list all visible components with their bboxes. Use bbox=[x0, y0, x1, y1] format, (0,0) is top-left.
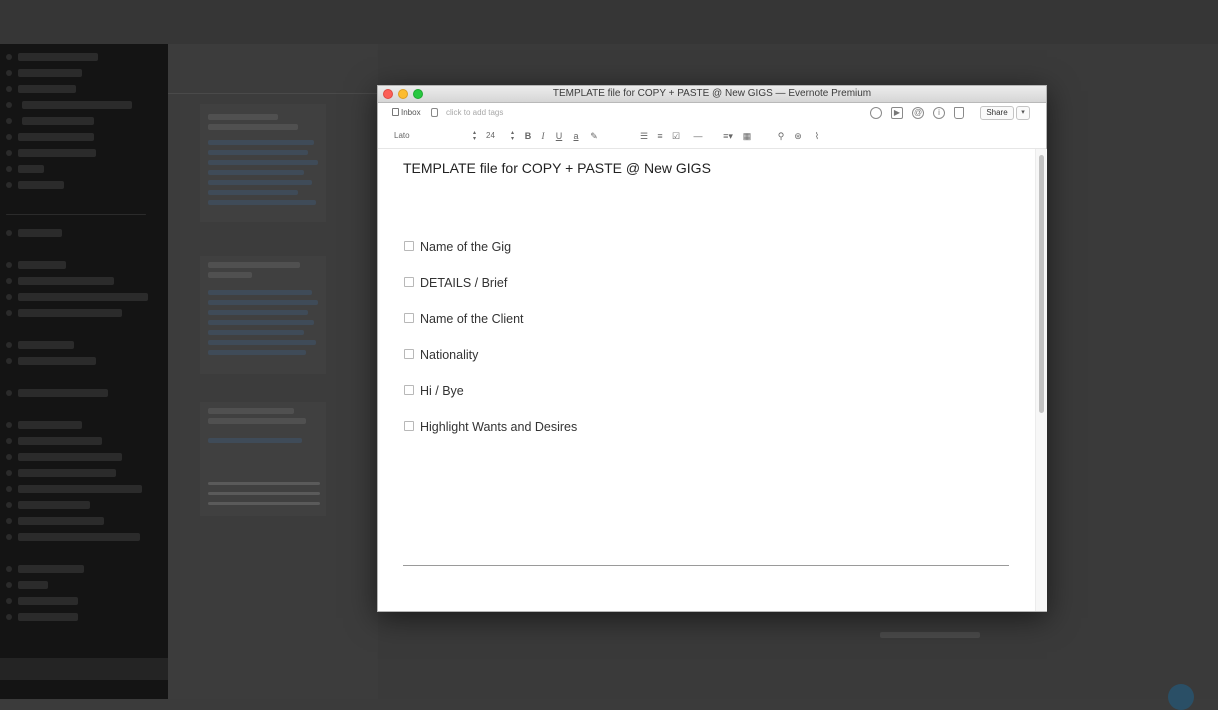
attachment-icon[interactable]: ⌇ bbox=[811, 130, 823, 142]
highlight-icon[interactable]: ✎ bbox=[588, 130, 600, 142]
checklist-label[interactable]: Nationality bbox=[420, 347, 478, 363]
table-icon[interactable]: ▦ bbox=[741, 130, 753, 142]
trash-icon[interactable] bbox=[954, 107, 964, 119]
camera-icon[interactable]: ⊛ bbox=[792, 130, 804, 142]
checklist-label[interactable]: Name of the Gig bbox=[420, 239, 511, 255]
share-options-caret[interactable]: ▾ bbox=[1016, 106, 1030, 120]
microphone-icon[interactable]: ⚲ bbox=[775, 130, 787, 142]
font-size-value: 24 bbox=[486, 131, 495, 140]
text-color-icon[interactable]: a bbox=[570, 130, 582, 142]
window-title: TEMPLATE file for COPY + PASTE @ New GIG… bbox=[552, 88, 872, 99]
background-note-card bbox=[200, 256, 326, 374]
alignment-icon[interactable]: ≡▾ bbox=[719, 130, 737, 142]
checklist-checkbox[interactable] bbox=[404, 277, 414, 287]
checklist-checkbox[interactable] bbox=[404, 349, 414, 359]
notebook-icon bbox=[392, 108, 399, 116]
checklist-checkbox[interactable] bbox=[404, 241, 414, 251]
notebook-selector[interactable]: Inbox bbox=[392, 108, 421, 117]
checkbox-icon[interactable]: ☑ bbox=[670, 130, 682, 142]
note-title[interactable]: TEMPLATE file for COPY + PASTE @ New GIG… bbox=[403, 160, 711, 176]
scrollbar-thumb[interactable] bbox=[1039, 155, 1044, 413]
checklist-checkbox[interactable] bbox=[404, 385, 414, 395]
font-family-value: Lato bbox=[394, 131, 410, 140]
font-size-select[interactable]: 24 ▴ ▾ bbox=[486, 130, 514, 142]
underline-icon[interactable]: U bbox=[553, 130, 565, 142]
horizontal-rule-icon[interactable]: — bbox=[692, 130, 704, 142]
background-avatar bbox=[1168, 684, 1194, 710]
background-toolbar bbox=[0, 0, 1218, 44]
select-updown-icon: ▴ ▾ bbox=[472, 130, 476, 142]
note-editor[interactable]: TEMPLATE file for COPY + PASTE @ New GIG… bbox=[378, 149, 1034, 611]
info-icon[interactable]: i bbox=[933, 107, 945, 119]
share-button[interactable]: Share bbox=[980, 106, 1014, 120]
tag-icon[interactable] bbox=[431, 108, 438, 117]
note-meta-bar: Inbox click to add tags ▶ @ i Share ▾ bbox=[378, 103, 1046, 125]
at-icon[interactable]: @ bbox=[912, 107, 924, 119]
select-updown-icon: ▴ ▾ bbox=[510, 130, 514, 142]
note-window: TEMPLATE file for COPY + PASTE @ New GIG… bbox=[377, 85, 1047, 612]
horizontal-rule bbox=[403, 565, 1009, 566]
window-titlebar[interactable]: TEMPLATE file for COPY + PASTE @ New GIG… bbox=[378, 86, 1046, 103]
checklist-checkbox[interactable] bbox=[404, 421, 414, 431]
bold-icon[interactable]: B bbox=[522, 130, 534, 142]
notebook-name: Inbox bbox=[401, 108, 421, 117]
background-sidebar bbox=[0, 44, 168, 699]
checklist-label[interactable]: DETAILS / Brief bbox=[420, 275, 507, 291]
numbered-list-icon[interactable]: ≡ bbox=[654, 130, 666, 142]
presentation-icon[interactable]: ▶ bbox=[891, 107, 903, 119]
background-note-card bbox=[200, 402, 326, 516]
checklist-label[interactable]: Highlight Wants and Desires bbox=[420, 419, 577, 435]
format-toolbar: Lato ▴ ▾ 24 ▴ ▾ B I U a ✎ ☰ ≡ ☑ — ≡▾ ▦ ⚲ ⊛… bbox=[378, 126, 1046, 149]
checklist-checkbox[interactable] bbox=[404, 313, 414, 323]
background-note-card bbox=[200, 104, 326, 222]
checklist-label[interactable]: Name of the Client bbox=[420, 311, 524, 327]
editor-scrollbar[interactable] bbox=[1035, 149, 1047, 611]
checklist-label[interactable]: Hi / Bye bbox=[420, 383, 464, 399]
alarm-icon[interactable] bbox=[870, 107, 882, 119]
background-status bbox=[880, 632, 980, 638]
bulleted-list-icon[interactable]: ☰ bbox=[638, 130, 650, 142]
tags-input[interactable]: click to add tags bbox=[446, 108, 503, 117]
font-family-select[interactable]: Lato ▴ ▾ bbox=[394, 130, 476, 142]
italic-icon[interactable]: I bbox=[537, 130, 549, 142]
